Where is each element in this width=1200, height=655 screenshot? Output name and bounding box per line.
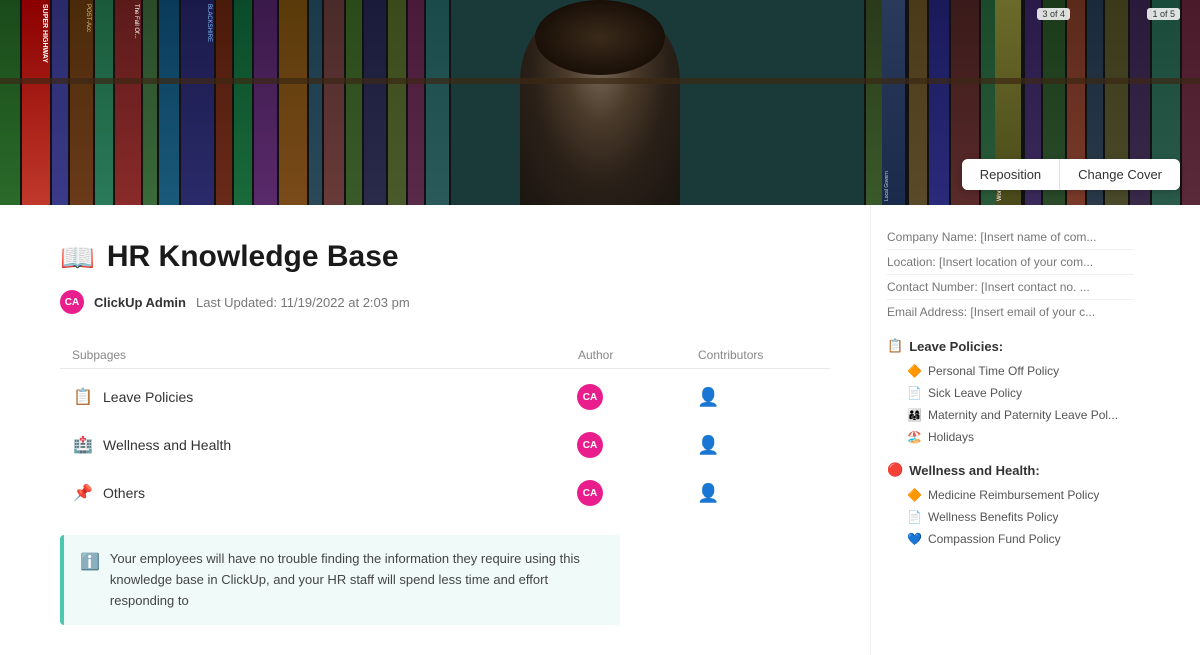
sidebar-item-holidays[interactable]: 🏖️ Holidays bbox=[887, 426, 1134, 448]
leave-section-icon: 📋 bbox=[887, 338, 903, 354]
cover-image: SUPER HIGHWAY POST-Acc The Fall Of... BL… bbox=[0, 0, 1200, 205]
wellness-benefits-icon: 📄 bbox=[907, 510, 922, 524]
author-avatar: CA bbox=[60, 290, 84, 314]
sidebar-item-maternity-leave[interactable]: 👨‍👩‍👧 Maternity and Paternity Leave Pol.… bbox=[887, 404, 1134, 426]
page-title-icon: 📖 bbox=[60, 241, 95, 274]
sidebar-item-compassion-fund[interactable]: 💙 Compassion Fund Policy bbox=[887, 528, 1134, 550]
medicine-icon: 🔶 bbox=[907, 488, 922, 502]
wellness-icon: 🏥 bbox=[73, 435, 93, 455]
sidebar-leave-section: 📋 Leave Policies: 🔶 Personal Time Off Po… bbox=[887, 338, 1134, 448]
col-contributors: Contributors bbox=[698, 348, 818, 362]
page-badge-2: 1 of 5 bbox=[1147, 8, 1180, 20]
wellness-benefits-label: Wellness Benefits Policy bbox=[928, 510, 1059, 524]
wellness-section-icon: 🔴 bbox=[887, 462, 903, 478]
leave-section-title: 📋 Leave Policies: bbox=[887, 338, 1134, 354]
col-author: Author bbox=[578, 348, 698, 362]
page-title: HR Knowledge Base bbox=[107, 240, 399, 274]
sidebar-item-wellness-benefits[interactable]: 📄 Wellness Benefits Policy bbox=[887, 506, 1134, 528]
location-field: Location: [Insert location of your com..… bbox=[887, 250, 1134, 275]
change-cover-button[interactable]: Change Cover bbox=[1059, 159, 1180, 190]
leave-policies-contributor-icon: 👤 bbox=[697, 387, 719, 408]
last-updated: Last Updated: 11/19/2022 at 2:03 pm bbox=[196, 295, 410, 310]
email-field: Email Address: [Insert email of your c..… bbox=[887, 300, 1134, 324]
callout-icon: ℹ️ bbox=[80, 550, 100, 576]
maternity-leave-icon: 👨‍👩‍👧 bbox=[907, 408, 922, 422]
personal-time-off-icon: 🔶 bbox=[907, 364, 922, 378]
reposition-button[interactable]: Reposition bbox=[962, 159, 1059, 190]
subpage-row-leave-policies[interactable]: 📋 Leave Policies CA 👤 bbox=[60, 373, 830, 421]
others-icon: 📌 bbox=[73, 483, 93, 503]
leave-policies-name: Leave Policies bbox=[103, 389, 193, 405]
sidebar-wellness-section: 🔴 Wellness and Health: 🔶 Medicine Reimbu… bbox=[887, 462, 1134, 550]
content-area: 📖 HR Knowledge Base CA ClickUp Admin Las… bbox=[0, 205, 870, 655]
holidays-label: Holidays bbox=[928, 430, 974, 444]
compassion-fund-icon: 💙 bbox=[907, 532, 922, 546]
info-callout: ℹ️ Your employees will have no trouble f… bbox=[60, 535, 620, 625]
main-layout: 📖 HR Knowledge Base CA ClickUp Admin Las… bbox=[0, 205, 1200, 655]
contact-field: Contact Number: [Insert contact no. ... bbox=[887, 275, 1134, 300]
page-title-row: 📖 HR Knowledge Base bbox=[60, 240, 830, 274]
maternity-leave-label: Maternity and Paternity Leave Pol... bbox=[928, 408, 1118, 422]
sidebar-item-sick-leave[interactable]: 📄 Sick Leave Policy bbox=[887, 382, 1134, 404]
cover-action-buttons: Reposition Change Cover bbox=[962, 159, 1180, 190]
subpage-row-wellness[interactable]: 🏥 Wellness and Health CA 👤 bbox=[60, 421, 830, 469]
company-name-field: Company Name: [Insert name of com... bbox=[887, 225, 1134, 250]
compassion-fund-label: Compassion Fund Policy bbox=[928, 532, 1061, 546]
author-name: ClickUp Admin bbox=[94, 295, 186, 310]
sick-leave-icon: 📄 bbox=[907, 386, 922, 400]
subpage-row-others[interactable]: 📌 Others CA 👤 bbox=[60, 469, 830, 517]
wellness-name: Wellness and Health bbox=[103, 437, 231, 453]
sidebar: Company Name: [Insert name of com... Loc… bbox=[870, 205, 1150, 655]
subpages-header: Subpages Author Contributors bbox=[60, 342, 830, 369]
sidebar-item-personal-time-off[interactable]: 🔶 Personal Time Off Policy bbox=[887, 360, 1134, 382]
subpages-list: 📋 Leave Policies CA 👤 🏥 Wellness and Hea… bbox=[60, 373, 830, 517]
others-contributor-icon: 👤 bbox=[697, 483, 719, 504]
others-author-avatar: CA bbox=[577, 480, 603, 506]
holidays-icon: 🏖️ bbox=[907, 430, 922, 444]
sick-leave-label: Sick Leave Policy bbox=[928, 386, 1022, 400]
sidebar-item-medicine[interactable]: 🔶 Medicine Reimbursement Policy bbox=[887, 484, 1134, 506]
others-name: Others bbox=[103, 485, 145, 501]
personal-time-off-label: Personal Time Off Policy bbox=[928, 364, 1059, 378]
callout-text: Your employees will have no trouble find… bbox=[110, 549, 604, 611]
leave-policies-author-avatar: CA bbox=[577, 384, 603, 410]
wellness-contributor-icon: 👤 bbox=[697, 435, 719, 456]
wellness-author-avatar: CA bbox=[577, 432, 603, 458]
author-row: CA ClickUp Admin Last Updated: 11/19/202… bbox=[60, 290, 830, 314]
leave-policies-icon: 📋 bbox=[73, 387, 93, 407]
col-subpages: Subpages bbox=[72, 348, 578, 362]
page-badge-1: 3 of 4 bbox=[1037, 8, 1070, 20]
medicine-label: Medicine Reimbursement Policy bbox=[928, 488, 1099, 502]
sidebar-fields: Company Name: [Insert name of com... Loc… bbox=[887, 225, 1134, 324]
wellness-section-title: 🔴 Wellness and Health: bbox=[887, 462, 1134, 478]
